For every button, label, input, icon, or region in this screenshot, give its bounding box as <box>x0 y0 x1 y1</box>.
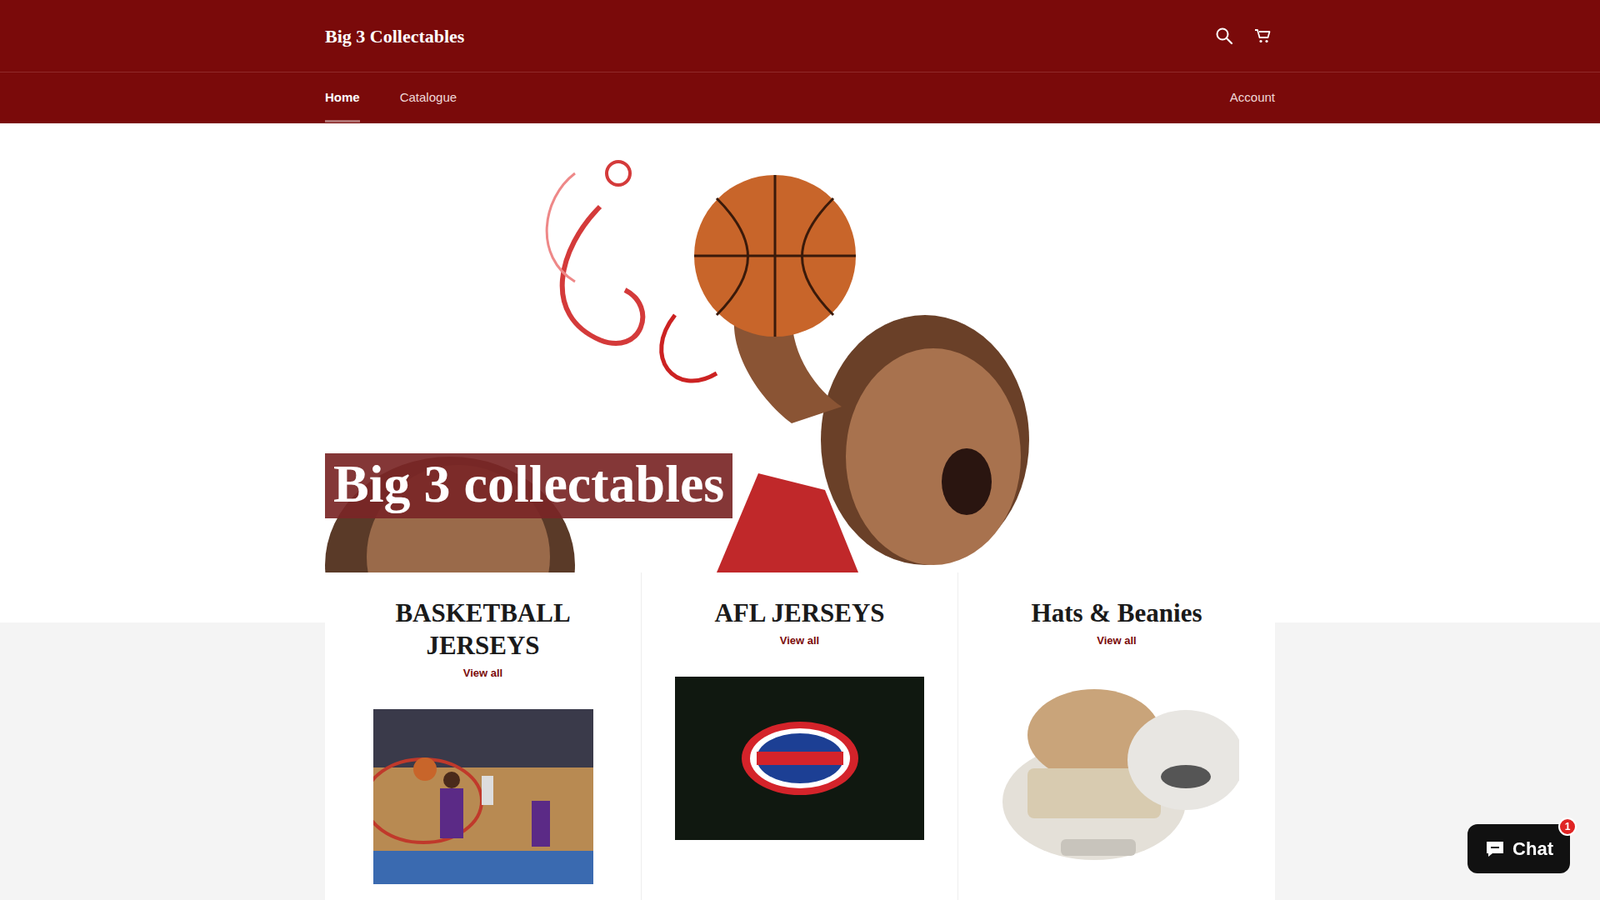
court-photo <box>373 709 594 885</box>
cart-icon <box>1253 26 1272 45</box>
cart-button[interactable] <box>1253 26 1272 45</box>
search-button[interactable] <box>1215 26 1234 45</box>
store-logo[interactable]: Big 3 Collectables <box>325 22 465 50</box>
collections-section: BASKETBALL JERSEYS View all AFL JERSEYS Vie… <box>0 572 1600 900</box>
collection-title: Hats & Beanies <box>1016 597 1217 630</box>
collection-card[interactable]: Hats & Beanies View all <box>958 572 1275 900</box>
hero-banner: Big 3 collectables <box>325 123 1275 573</box>
hero-title: Big 3 collectables <box>325 453 733 519</box>
collection-title: BASKETBALL JERSEYS <box>383 597 584 663</box>
site-header: Big 3 Collectables Home Catalogue Account <box>0 0 1600 124</box>
chat-button[interactable]: Chat1 <box>1467 824 1570 874</box>
hats-photo <box>994 676 1240 873</box>
collection-title: AFL JERSEYS <box>700 597 900 630</box>
view-all-link[interactable]: View all <box>1096 632 1136 650</box>
view-all-link[interactable]: View all <box>463 665 503 682</box>
collection-card[interactable]: BASKETBALL JERSEYS View all <box>325 572 642 900</box>
chat-label: Chat <box>1512 835 1554 863</box>
search-icon <box>1215 26 1234 45</box>
afl-logo-image <box>675 676 925 840</box>
chat-bubble-icon <box>1484 838 1506 860</box>
collection-card[interactable]: AFL JERSEYS View all <box>641 572 959 900</box>
nav-link[interactable]: Catalogue <box>400 73 457 124</box>
nav-link[interactable]: Home <box>325 73 360 124</box>
chat-badge: 1 <box>1558 817 1577 836</box>
main-nav: Home Catalogue <box>325 73 457 124</box>
view-all-link[interactable]: View all <box>780 632 820 650</box>
account-link[interactable]: Account <box>1230 88 1275 108</box>
